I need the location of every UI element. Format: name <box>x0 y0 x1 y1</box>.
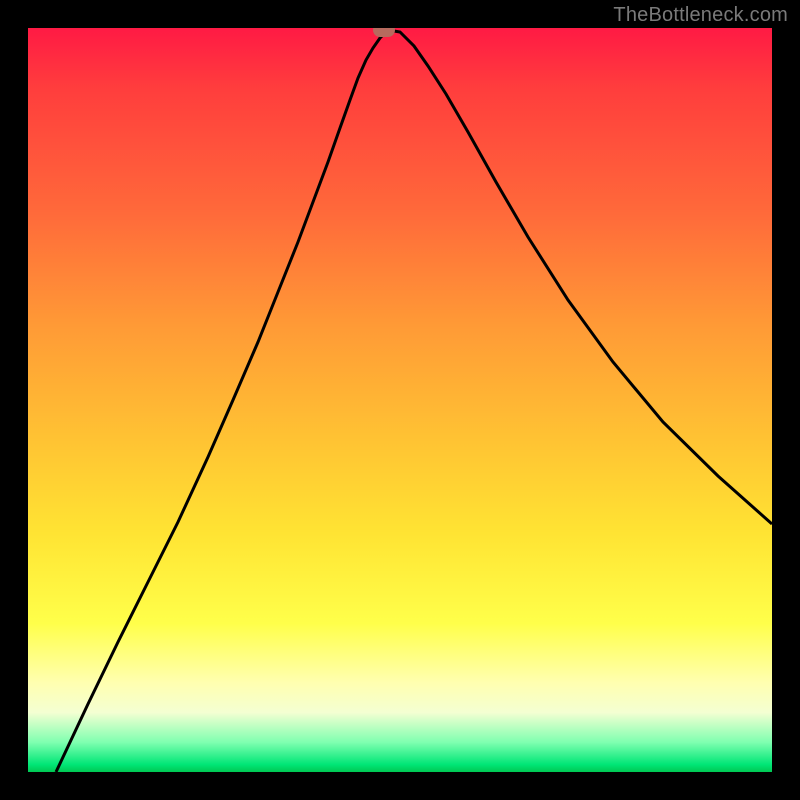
chart-frame: TheBottleneck.com <box>0 0 800 800</box>
curve-path <box>56 30 772 772</box>
bottleneck-curve <box>28 28 772 772</box>
minimum-marker <box>373 28 395 37</box>
plot-area <box>28 28 772 772</box>
watermark-text: TheBottleneck.com <box>613 4 788 27</box>
